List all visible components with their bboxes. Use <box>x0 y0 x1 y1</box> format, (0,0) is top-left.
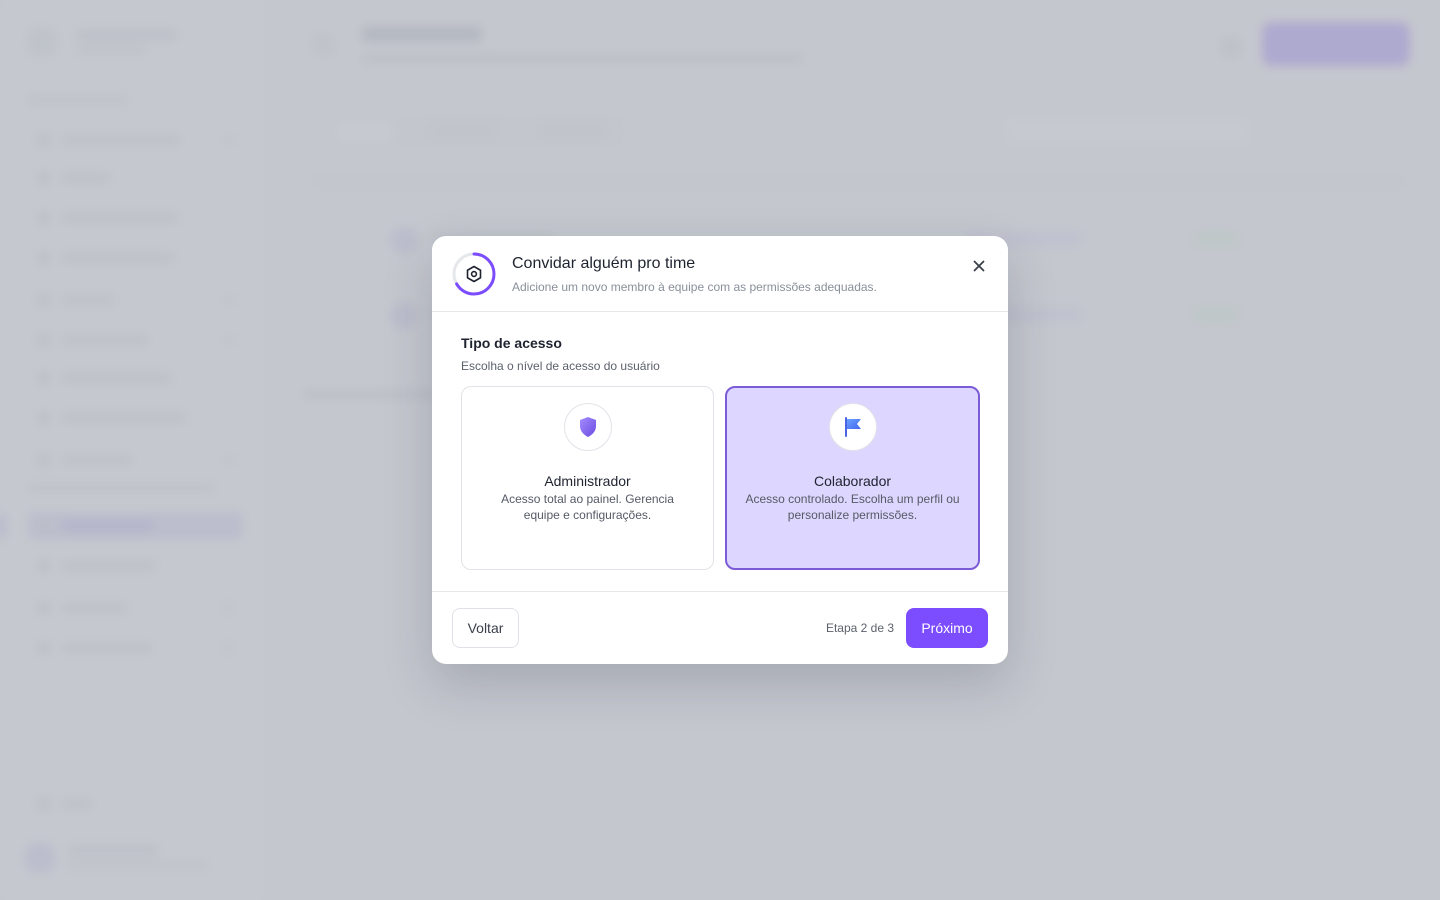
step-indicator: Etapa 2 de 3 <box>825 621 894 635</box>
next-button[interactable]: Próximo <box>906 608 988 648</box>
access-option-description: Acesso controlado. Escolha um perfil ou … <box>745 492 960 522</box>
close-icon <box>973 260 985 272</box>
access-option-icon-wrap <box>563 403 612 451</box>
access-type-help: Escolha o nível de acesso do usuário <box>461 359 660 373</box>
settings-icon <box>466 265 482 283</box>
access-option-icon-wrap <box>828 403 877 451</box>
modal-subtitle: Adicione um novo membro à equipe com as … <box>512 280 877 294</box>
access-option-title: Colaborador <box>813 473 892 489</box>
modal-body: Tipo de acesso Escolha o nível de acesso… <box>432 313 1008 591</box>
modal-header: Convidar alguém pro time Adicione um nov… <box>432 236 1008 312</box>
back-button[interactable]: Voltar <box>452 608 519 648</box>
flag-icon <box>844 417 861 437</box>
access-option-administrator[interactable]: Administrador Acesso total ao painel. Ge… <box>461 386 714 570</box>
access-option-description: Acesso total ao painel. Gerencia equipe … <box>501 492 674 522</box>
shield-icon <box>579 417 596 437</box>
step-progress-icon <box>452 252 496 296</box>
invite-modal: Convidar alguém pro time Adicione um nov… <box>432 236 1008 664</box>
close-button[interactable] <box>968 255 990 277</box>
modal-title: Convidar alguém pro time <box>512 255 696 272</box>
modal-footer: Voltar Etapa 2 de 3 Próximo <box>432 591 1008 664</box>
access-option-title: Administrador <box>544 473 631 489</box>
access-type-label: Tipo de acesso <box>461 335 562 351</box>
access-option-collaborator[interactable]: Colaborador Acesso controlado. Escolha u… <box>725 386 980 570</box>
step-progress-ring <box>452 252 496 296</box>
